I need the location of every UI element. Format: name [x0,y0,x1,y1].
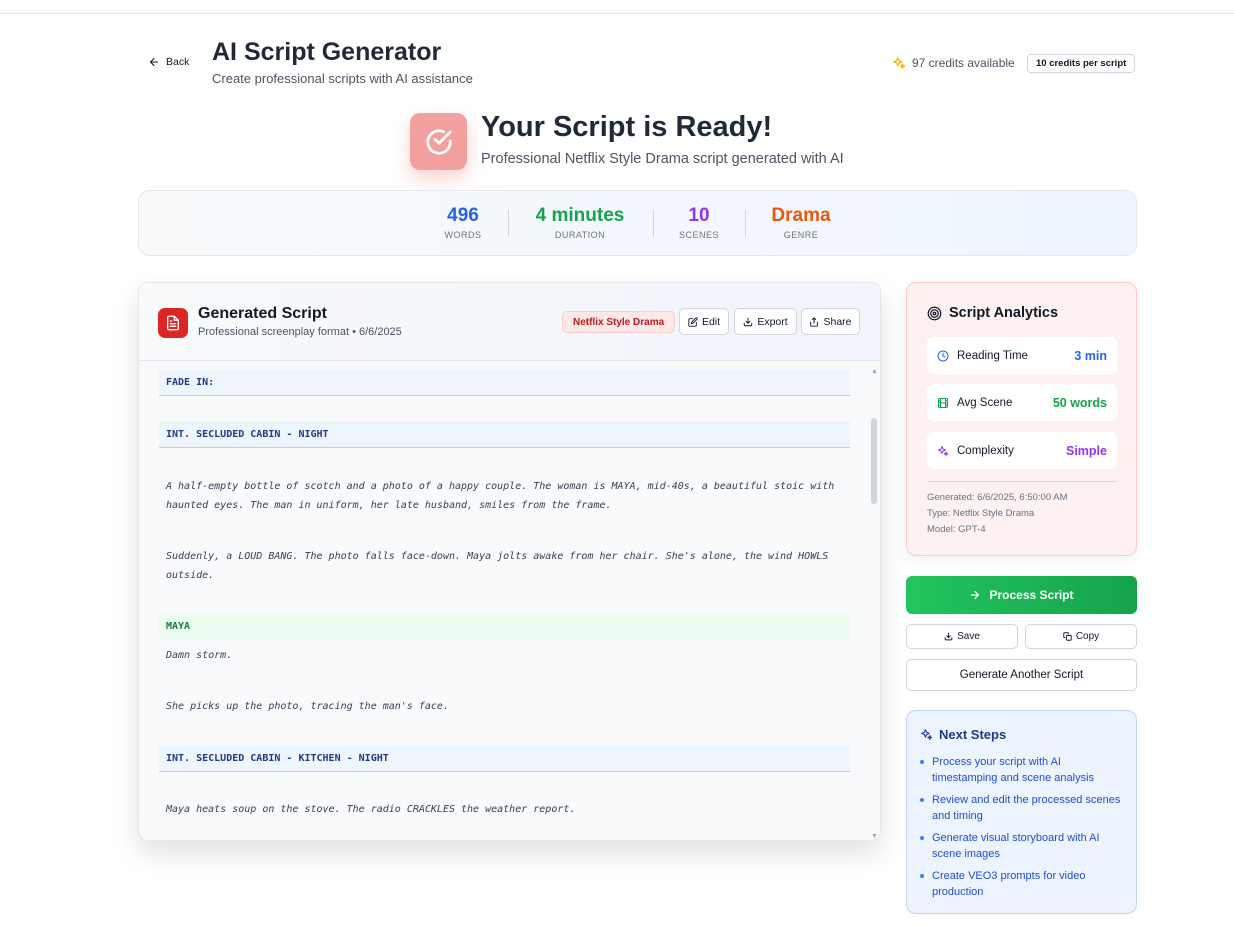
clock-icon [937,350,949,361]
sparkles-icon [921,729,933,740]
save-button[interactable]: Save [906,624,1018,649]
generated-date: Generated: 6/6/2025, 6:50:00 AM [927,492,1068,503]
download-icon [744,317,753,326]
scroll-down-arrow-icon[interactable]: ▼ [871,833,878,840]
analytics-complexity: Complexity Simple [927,432,1117,469]
analytics-reading-time: Reading Time 3 min [927,337,1117,374]
hero-subtitle: Professional Netflix Style Drama script … [481,151,844,167]
page-subtitle: Create professional scripts with AI assi… [212,71,473,86]
list-item: Process your script with AI timestamping… [920,754,1125,786]
save-label: Save [957,631,980,642]
stat-value: 496 [447,205,479,226]
script-subtitle: Professional screenplay format • 6/6/202… [198,326,402,338]
list-item: Review and edit the processed scenes and… [920,792,1125,824]
scene-heading: INT. SECLUDED CABIN - KITCHEN - NIGHT [159,745,850,772]
next-steps-title: Next Steps [920,727,1006,742]
action-line: She picks up the photo, tracing the man'… [166,701,449,712]
analytics-row-label: Complexity [957,444,1014,457]
script-analytics-card: Script Analytics Reading Time 3 min Avg … [906,282,1137,556]
target-icon [927,306,942,320]
back-label: Back [166,56,190,68]
stat-value: 10 [688,205,710,226]
arrow-right-icon [971,590,980,600]
stat-value: 4 minutes [535,205,625,226]
script-content[interactable]: FADE IN: INT. SECLUDED CABIN - NIGHT A h… [139,362,870,840]
process-script-label: Process Script [989,588,1074,602]
action-line: Suddenly, a LOUD BANG. The photo falls f… [166,551,829,581]
script-card: Generated Script Professional screenplay… [138,282,881,841]
edit-label: Edit [701,315,721,328]
stat-label: SCENES [678,230,719,240]
scroll-thumb[interactable] [871,418,877,504]
success-badge [410,113,467,170]
stat-label: DURATION [554,230,606,240]
copy-icon [1063,632,1072,641]
model-name: Model: GPT-4 [927,524,986,535]
stat-genre: Drama GENRE [762,205,840,240]
document-icon [158,308,188,338]
next-steps-card: Next Steps Process your script with AI t… [906,710,1137,914]
export-button[interactable]: Export [734,308,797,335]
scene-heading: FADE IN: [159,369,850,396]
copy-label: Copy [1075,631,1100,642]
generate-another-button[interactable]: Generate Another Script [906,659,1137,691]
analytics-row-value: 50 words [1052,395,1107,410]
share-button[interactable]: Share [801,308,860,335]
sparkles-icon [893,57,906,69]
share-label: Share [823,315,852,328]
scene-heading: INT. SECLUDED CABIN - NIGHT [159,421,850,448]
stat-divider [508,210,509,237]
script-title: Generated Script [198,305,327,322]
list-item: Generate visual storyboard with AI scene… [920,830,1125,862]
action-line: A half-empty bottle of scotch and a phot… [166,481,835,511]
next-steps-title-text: Next Steps [939,727,1007,742]
top-divider [0,13,1234,14]
analytics-row-value: Simple [1066,443,1107,458]
sparkles-icon [938,445,949,456]
script-scrollbar[interactable]: ▲ ▼ [868,362,880,840]
analytics-divider [927,481,1117,482]
credits-text: 97 credits available [912,56,1015,70]
stat-scenes: 10 SCENES [669,205,729,240]
action-line: Maya heats soup on the stove. The radio … [166,804,576,815]
next-steps-list: Process your script with AI timestamping… [920,754,1125,906]
list-item: Create VEO3 prompts for video production [920,868,1125,900]
script-stats-bar: 496 WORDS 4 minutes DURATION 10 SCENES D… [138,190,1137,256]
stat-divider [653,210,654,237]
stat-label: GENRE [783,230,819,240]
share-icon [810,316,819,327]
character-name: MAYA [159,614,850,639]
stat-value: Drama [771,205,831,226]
arrow-left-icon [149,57,159,67]
stat-words: 496 WORDS [429,205,497,240]
genre-badge: Netflix Style Drama [562,311,676,333]
analytics-title: Script Analytics [927,305,1058,321]
page-title: AI Script Generator [212,38,442,66]
stat-duration: 4 minutes DURATION [524,205,636,240]
analytics-title-text: Script Analytics [949,305,1059,321]
script-card-header: Generated Script Professional screenplay… [139,283,880,361]
credits-indicator: 97 credits available [892,56,1015,70]
stat-divider [745,210,746,237]
script-type: Type: Netflix Style Drama [927,508,1035,519]
check-circle-icon [425,128,452,155]
edit-button[interactable]: Edit [679,308,729,335]
analytics-row-label: Reading Time [957,349,1028,362]
download-icon [944,632,953,641]
scroll-up-arrow-icon[interactable]: ▲ [871,368,878,375]
hero-title: Your Script is Ready! [481,111,773,143]
back-button[interactable]: Back [148,56,189,68]
credit-cost-badge: 10 credits per script [1027,54,1136,73]
process-script-button[interactable]: Process Script [906,576,1137,614]
export-label: Export [757,315,788,328]
film-icon [938,397,948,408]
analytics-row-value: 3 min [1074,348,1107,363]
analytics-row-label: Avg Scene [957,396,1013,409]
stat-label: WORDS [444,230,482,240]
analytics-avg-scene: Avg Scene 50 words [927,384,1117,421]
edit-icon [688,316,698,327]
dialogue-line: Damn storm. [166,650,233,661]
copy-button[interactable]: Copy [1025,624,1137,649]
